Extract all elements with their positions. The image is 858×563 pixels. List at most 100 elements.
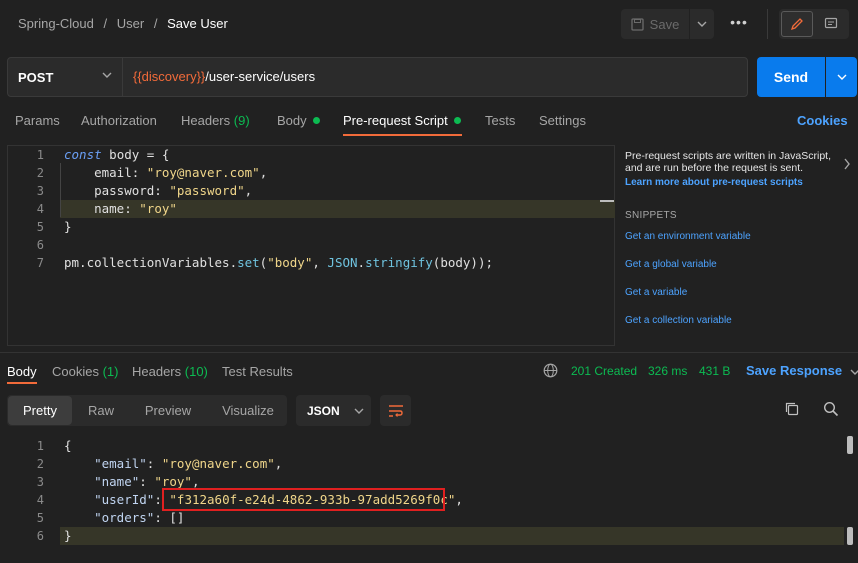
breadcrumb: Spring-Cloud / User / Save User (18, 16, 228, 31)
code-keyword: const (64, 147, 102, 162)
edit-mode-button[interactable] (781, 11, 813, 37)
json-value: "roy" (154, 474, 192, 489)
url-bar (7, 57, 748, 97)
code-line: pm.collectionVariables.set("body", JSON.… (64, 255, 493, 270)
scrollbar[interactable] (847, 527, 853, 545)
cookies-count: (1) (102, 364, 119, 379)
response-tab-cookies-label: Cookies (52, 364, 99, 379)
code-line: const body = { (64, 147, 169, 162)
active-tab-underline (343, 134, 462, 136)
response-tab-test-results[interactable]: Test Results (222, 364, 293, 379)
chevron-right-icon[interactable] (843, 158, 851, 170)
snippet-get-environment-variable[interactable]: Get an environment variable (625, 231, 840, 243)
request-name[interactable]: Save User (167, 16, 228, 31)
tab-settings[interactable]: Settings (539, 113, 586, 128)
save-options-button[interactable] (690, 9, 714, 39)
comments-button[interactable] (815, 11, 847, 37)
response-tab-cookies[interactable]: Cookies (1) (52, 364, 118, 379)
pre-request-help-panel: Pre-request scripts are written in JavaS… (625, 150, 840, 327)
breadcrumb-separator: / (153, 16, 158, 31)
status-code[interactable]: 201 Created (571, 364, 637, 378)
learn-more-link[interactable]: Learn more about pre-request scripts (625, 177, 840, 189)
more-options-button[interactable]: ••• (727, 14, 751, 34)
copy-icon[interactable] (784, 401, 800, 417)
format-select[interactable]: JSON (296, 395, 371, 426)
highlight-annotation-box (162, 488, 445, 511)
url-path: /user-service/users (205, 69, 316, 84)
code-text: , (312, 255, 328, 270)
save-label: Save (649, 16, 680, 32)
code-key: name: (64, 201, 140, 216)
breadcrumb-collection[interactable]: Spring-Cloud (18, 16, 94, 31)
search-icon[interactable] (823, 401, 839, 417)
method-select[interactable]: POST (18, 70, 53, 85)
chevron-down-icon (697, 21, 707, 27)
tab-body[interactable]: Body (277, 113, 320, 128)
chevron-down-icon[interactable] (102, 72, 112, 78)
line-number: 6 (36, 529, 44, 543)
snippet-get-variable[interactable]: Get a variable (625, 287, 840, 299)
tab-pre-request-script[interactable]: Pre-request Script (343, 113, 461, 128)
code-text: pm.collectionVariables. (64, 255, 238, 270)
headers-count: (9) (233, 113, 250, 128)
url-divider (122, 58, 123, 96)
line-number: 5 (36, 511, 44, 525)
tab-params[interactable]: Params (15, 113, 60, 128)
url-input[interactable]: {{discovery}}/user-service/users (133, 69, 315, 84)
line-number: 2 (36, 166, 44, 180)
send-options-button[interactable] (826, 57, 857, 97)
snippet-get-collection-variable[interactable]: Get a collection variable (625, 315, 840, 327)
active-tab-underline (7, 382, 37, 384)
line-number: 1 (36, 439, 44, 453)
json-value: "roy@naver.com" (161, 456, 275, 471)
code-line: name: "roy" (64, 201, 177, 216)
line-number: 4 (36, 493, 44, 507)
code-function: set (237, 255, 260, 270)
response-divider (0, 352, 858, 353)
code-string: "roy" (139, 201, 177, 216)
scrollbar[interactable] (847, 436, 853, 454)
line-number: 1 (36, 148, 44, 162)
code-object: JSON (327, 255, 358, 270)
save-response-button[interactable]: Save Response (746, 363, 858, 378)
snippet-get-global-variable[interactable]: Get a global variable (625, 259, 840, 271)
view-preview-button[interactable]: Preview (136, 396, 200, 425)
view-visualize-button[interactable]: Visualize (212, 396, 284, 425)
wrap-lines-button[interactable] (380, 395, 411, 426)
json-line: { (64, 438, 72, 453)
response-time[interactable]: 326 ms (648, 364, 687, 378)
cookies-link[interactable]: Cookies (797, 113, 848, 128)
save-icon (631, 17, 644, 31)
globe-icon[interactable] (543, 363, 558, 378)
save-button[interactable]: Save (621, 9, 689, 39)
response-tab-headers[interactable]: Headers (10) (132, 364, 208, 379)
line-number: 4 (36, 202, 44, 216)
chevron-down-icon (354, 408, 364, 414)
code-text: (body)); (432, 255, 494, 270)
tab-headers[interactable]: Headers (9) (181, 113, 250, 128)
tab-tests[interactable]: Tests (485, 113, 515, 128)
code-punct: , (259, 165, 268, 180)
code-string: "body" (267, 255, 313, 270)
response-size[interactable]: 431 B (699, 364, 730, 378)
tab-body-label: Body (277, 113, 307, 128)
json-key: "name" (94, 474, 140, 489)
toolbar-divider (767, 9, 768, 39)
tab-authorization[interactable]: Authorization (81, 113, 157, 128)
code-line: } (64, 219, 72, 234)
response-tab-headers-label: Headers (132, 364, 182, 379)
tab-prerequest-label: Pre-request Script (343, 113, 448, 128)
response-headers-count: (10) (184, 364, 208, 379)
chevron-down-icon (837, 74, 846, 80)
view-raw-button[interactable]: Raw (76, 396, 126, 425)
chevron-down-icon (850, 369, 858, 375)
view-pretty-button[interactable]: Pretty (8, 396, 72, 425)
breadcrumb-folder[interactable]: User (117, 16, 144, 31)
response-tab-body[interactable]: Body (7, 364, 37, 379)
code-line: email: "roy@naver.com", (64, 165, 267, 180)
code-text: body = { (101, 147, 170, 162)
send-button[interactable]: Send (757, 57, 825, 97)
comment-icon (824, 17, 838, 29)
code-punct: , (244, 183, 253, 198)
code-text: . (357, 255, 366, 270)
